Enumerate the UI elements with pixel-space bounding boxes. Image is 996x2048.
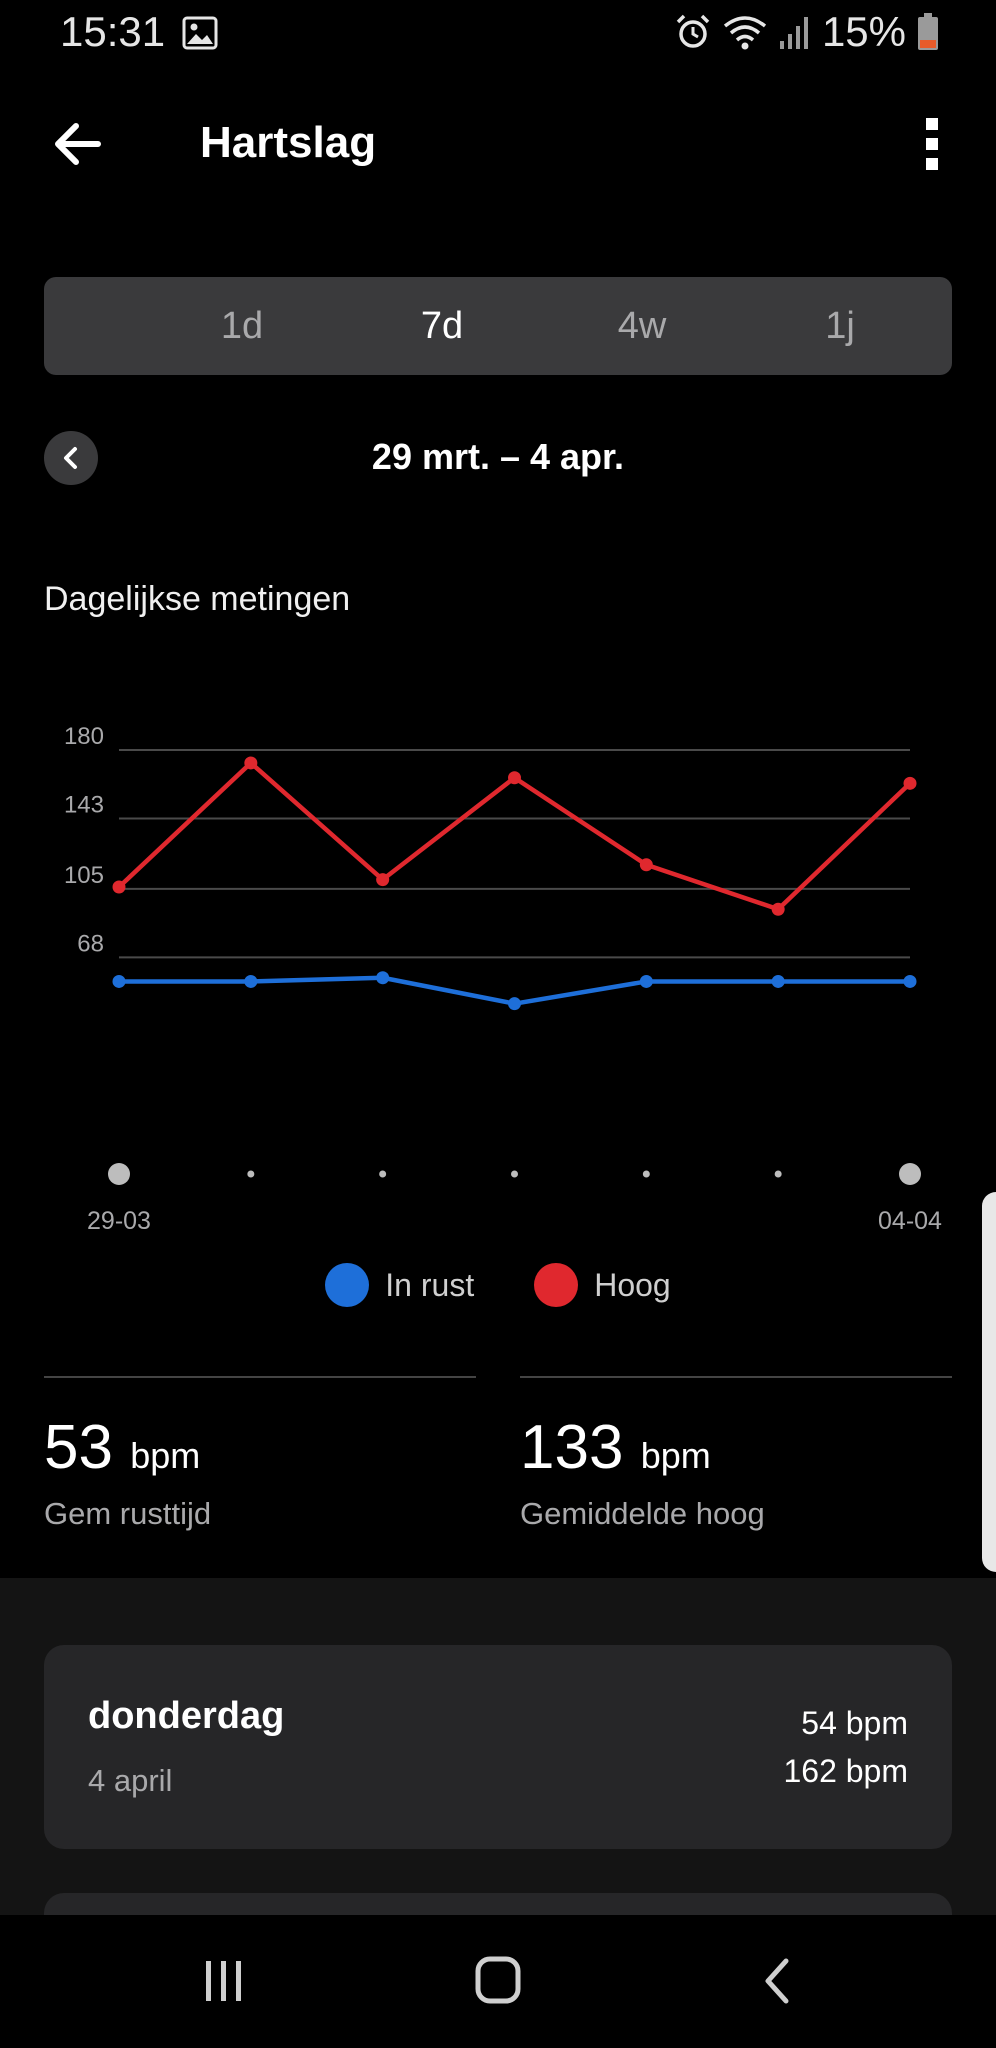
tab-7d[interactable]: 7d: [362, 277, 522, 375]
back-icon[interactable]: [740, 1951, 820, 2011]
x-tick-label: 29-03: [87, 1207, 151, 1235]
y-tick-label: 105: [64, 862, 104, 889]
data-point: [903, 974, 917, 988]
data-point: [639, 858, 653, 872]
chevron-left-icon: [64, 447, 77, 469]
x-axis-marker: [108, 1163, 130, 1185]
tab-1j[interactable]: 1j: [760, 277, 920, 375]
data-point: [639, 974, 653, 988]
divider: [44, 1376, 476, 1378]
x-axis-marker: [379, 1170, 387, 1178]
x-axis-marker: [899, 1163, 921, 1185]
avg-rest-label: Gem rusttijd: [44, 1496, 212, 1531]
avg-high-number: 133: [520, 1413, 624, 1482]
avg-high-unit: bpm: [640, 1435, 711, 1476]
day-high-bpm: 162 bpm: [783, 1753, 908, 1789]
legend-swatch-high: [534, 1263, 579, 1307]
series-line: [117, 760, 912, 912]
chart-legend: In rust Hoog: [0, 1263, 996, 1307]
day-card[interactable]: donderdag 4 april 54 bpm 162 bpm: [44, 1645, 952, 1849]
legend-label-rest: In rust: [385, 1266, 475, 1303]
avg-rest-number: 53: [44, 1413, 113, 1482]
prev-period-button[interactable]: [44, 431, 98, 485]
edge-panel-handle[interactable]: [982, 1192, 996, 1572]
x-axis-marker: [511, 1170, 518, 1178]
data-point: [244, 756, 258, 770]
arrow-left-icon[interactable]: [48, 112, 112, 176]
home-icon[interactable]: [458, 1951, 538, 2011]
y-tick-label: 143: [64, 792, 104, 819]
data-point: [903, 776, 917, 790]
more-vertical-icon[interactable]: [908, 112, 956, 176]
signal-icon: [779, 17, 808, 49]
x-axis-marker: [247, 1170, 255, 1178]
legend-swatch-rest: [325, 1263, 370, 1307]
data-point: [376, 971, 390, 985]
data-point: [508, 771, 521, 785]
legend-item-rest: In rust: [325, 1263, 474, 1307]
x-axis-marker: [642, 1170, 650, 1178]
wifi-icon: [723, 16, 767, 50]
tab-4w[interactable]: 4w: [562, 277, 722, 375]
image-icon: [182, 16, 218, 50]
data-point: [771, 974, 785, 988]
avg-high-label: Gemiddelde hoog: [520, 1496, 765, 1531]
tab-1d[interactable]: 1d: [162, 277, 322, 375]
legend-label-high: Hoog: [594, 1266, 671, 1303]
divider: [520, 1376, 952, 1378]
page-title: Hartslag: [200, 118, 377, 167]
data-point: [508, 997, 521, 1011]
day-date: 4 april: [88, 1763, 173, 1798]
y-tick-label: 180: [64, 723, 104, 750]
data-point: [112, 880, 126, 894]
status-icons: 15%: [674, 8, 940, 56]
data-point: [112, 974, 126, 988]
avg-rest-value: 53 bpm: [44, 1412, 200, 1483]
x-tick-label: 04-04: [878, 1207, 942, 1235]
date-range: 29 mrt. – 4 apr.: [371, 436, 625, 477]
day-rest-bpm: 54 bpm: [801, 1705, 908, 1741]
section-title: Dagelijkse metingen: [44, 580, 351, 618]
legend-item-high: Hoog: [534, 1263, 671, 1307]
heart-rate-chart: 68 105 143 180 29-03 04-04: [64, 723, 942, 1235]
recent-apps-icon[interactable]: [184, 1951, 264, 2011]
y-tick-label: 68: [77, 930, 104, 957]
period-tabs: 1d 7d 4w 1j: [44, 277, 952, 375]
data-point: [244, 974, 258, 988]
alarm-icon: [676, 14, 710, 48]
avg-rest-unit: bpm: [130, 1435, 201, 1476]
battery-icon: [918, 13, 938, 50]
data-point: [771, 902, 785, 916]
day-weekday: donderdag: [88, 1695, 285, 1737]
data-point: [376, 873, 390, 887]
x-axis-marker: [774, 1170, 782, 1178]
status-time: 15:31: [60, 8, 166, 55]
avg-high-value: 133 bpm: [520, 1412, 711, 1483]
battery-percent: 15%: [821, 8, 906, 55]
system-nav-bar: [0, 1915, 996, 2048]
